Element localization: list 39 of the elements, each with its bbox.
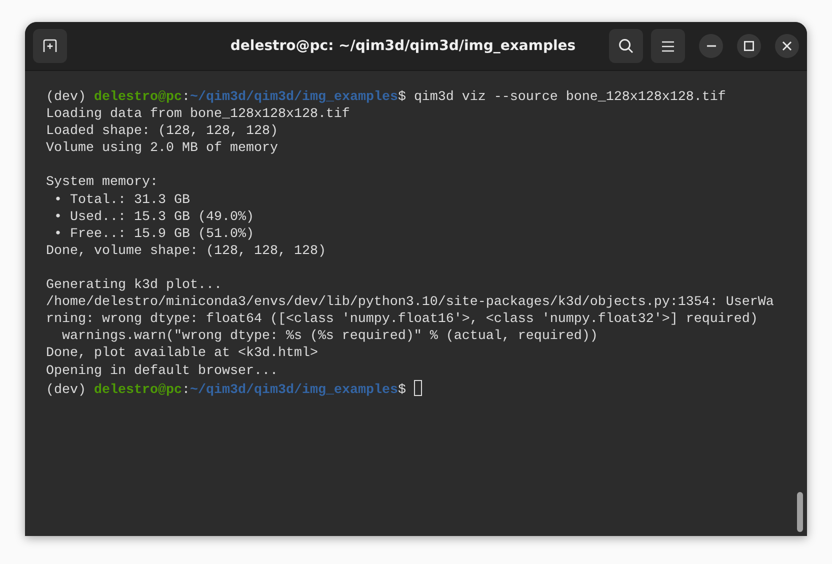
prompt-symbol: $ bbox=[398, 382, 406, 398]
minimize-button[interactable] bbox=[699, 34, 723, 58]
output-line: Loaded shape: (128, 128, 128) bbox=[46, 124, 278, 140]
close-button[interactable] bbox=[775, 34, 799, 58]
output-line: Loading data from bone_128x128x128.tif bbox=[46, 107, 350, 122]
output-line: Volume using 2.0 MB of memory bbox=[46, 141, 278, 156]
new-tab-icon bbox=[42, 38, 58, 54]
menu-button[interactable] bbox=[651, 29, 685, 63]
working-directory: ~/qim3d/qim3d/img_examples bbox=[190, 90, 398, 105]
output-line: Opening in default browser... bbox=[46, 364, 278, 378]
user-host: delestro@pc bbox=[94, 90, 182, 105]
output-line: Done, volume shape: (128, 128, 128) bbox=[46, 244, 326, 259]
command-text: qim3d viz --source bone_128x128x128.tif bbox=[414, 90, 726, 105]
output-line: warnings.warn("wrong dtype: %s (%s required)" % (actual, required)) bbox=[60, 329, 598, 344]
search-icon bbox=[618, 38, 634, 54]
prompt-separator: : bbox=[182, 382, 190, 398]
close-icon bbox=[782, 41, 792, 51]
working-directory: ~/qim3d/qim3d/img_examples bbox=[190, 382, 398, 398]
output-line: System memory: bbox=[46, 175, 158, 190]
minimize-icon bbox=[706, 45, 716, 47]
env-name: (dev) bbox=[46, 90, 86, 105]
output-line: rning: wrong dtype: float64 ([<class 'numpy.float16'>, <class 'numpy.float32'>] required) bbox=[46, 312, 758, 328]
prompt-separator: : bbox=[182, 90, 190, 105]
maximize-icon bbox=[744, 41, 754, 51]
search-button[interactable] bbox=[609, 29, 643, 63]
output-line: • Free..: 15.9 GB (51.0%) bbox=[52, 226, 254, 242]
output-line: Generating k3d plot... bbox=[46, 278, 222, 294]
window-title: delestro@pc: ~/qim3d/qim3d/img_examples bbox=[229, 38, 577, 54]
menu-icon bbox=[662, 40, 674, 52]
scrollbar-thumb[interactable] bbox=[797, 492, 803, 532]
output-line: /home/delestro/miniconda3/envs/dev/lib/python3.10/site-packages/k3d/objects.py:1354: UserWa bbox=[46, 295, 774, 310]
env-name: (dev) bbox=[46, 382, 86, 398]
prompt-symbol: $ bbox=[398, 90, 406, 105]
output-line: • Total.: 31.3 GB bbox=[52, 192, 190, 208]
maximize-button[interactable] bbox=[737, 34, 761, 58]
output-line: • Used..: 15.3 GB (49.0%) bbox=[52, 210, 254, 225]
user-host: delestro@pc bbox=[94, 382, 182, 398]
new-tab-button[interactable] bbox=[33, 29, 67, 63]
output-line: Done, plot available at <k3d.html> bbox=[46, 346, 318, 362]
